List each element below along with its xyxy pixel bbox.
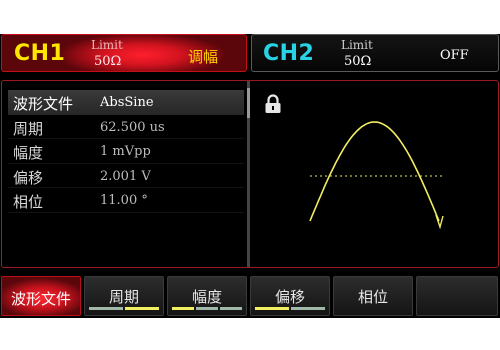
channel-1-impedance: 50Ω: [94, 54, 122, 69]
softkey-phase[interactable]: 相位: [333, 276, 413, 316]
softkey-label: 偏移: [274, 288, 305, 306]
waveform-trace: [309, 121, 440, 222]
softkey-empty[interactable]: [416, 276, 498, 316]
channel-1-modulation-mode: 调幅: [188, 48, 219, 66]
param-label: 偏移: [13, 168, 44, 187]
softkey-indicator: [291, 307, 325, 310]
channel-2-limit-label: Limit: [341, 38, 373, 52]
channel-1-limit-label: Limit: [91, 38, 123, 52]
softkey-indicator: [255, 307, 289, 310]
param-value: 1 mVpp: [100, 144, 151, 159]
softkey-label: 波形文件: [10, 290, 71, 308]
param-row-waveform-file[interactable]: 波形文件 AbsSine: [8, 90, 244, 115]
channel-1-header[interactable]: CH1 Limit 50Ω 调幅: [1, 34, 247, 72]
softkey-amplitude[interactable]: 幅度: [167, 276, 247, 316]
softkey-offset[interactable]: 偏移: [250, 276, 330, 316]
waveform-preview: [254, 81, 498, 267]
channel-1-name: CH1: [14, 41, 66, 66]
param-row-phase[interactable]: 相位 11.00 °: [8, 188, 244, 213]
param-row-amplitude[interactable]: 幅度 1 mVpp: [8, 139, 244, 164]
param-value: AbsSine: [100, 95, 154, 110]
param-value: 11.00 °: [100, 193, 148, 208]
trace-end-arrow: [435, 214, 444, 230]
channel-2-impedance: 50Ω: [344, 54, 372, 69]
param-label: 周期: [13, 119, 44, 138]
softkey-indicator: [196, 307, 218, 310]
channel-2-name: CH2: [263, 41, 315, 66]
softkey-label: 相位: [357, 288, 388, 306]
param-row-offset[interactable]: 偏移 2.001 V: [8, 164, 244, 188]
param-value: 2.001 V: [100, 168, 151, 184]
main-panel: 波形文件 AbsSine 周期 62.500 us 幅度 1 mVpp 偏移 2…: [1, 80, 499, 268]
param-label: 幅度: [13, 144, 44, 162]
softkey-bar: 波形文件 周期 幅度 偏移 相位: [1, 276, 499, 316]
param-row-period[interactable]: 周期 62.500 us: [8, 115, 244, 139]
softkey-label: 幅度: [191, 288, 222, 306]
parameter-list: 波形文件 AbsSine 周期 62.500 us 幅度 1 mVpp 偏移 2…: [8, 90, 244, 213]
waveform-plot: [309, 121, 444, 230]
channel-2-header[interactable]: CH2 Limit 50Ω OFF: [251, 34, 499, 72]
softkey-indicator: [220, 307, 242, 310]
param-value: 62.500 us: [100, 119, 165, 135]
softkey-period[interactable]: 周期: [84, 276, 164, 316]
channel-2-output-status: OFF: [440, 48, 469, 63]
softkey-indicator: [125, 307, 159, 310]
softkey-label: 周期: [108, 288, 139, 306]
scrollbar-thumb[interactable]: [247, 88, 250, 118]
softkey-indicator: [89, 307, 123, 310]
param-label: 相位: [13, 193, 44, 211]
param-label: 波形文件: [13, 95, 74, 113]
softkey-waveform-file[interactable]: 波形文件: [1, 276, 81, 316]
softkey-indicator: [172, 307, 194, 310]
